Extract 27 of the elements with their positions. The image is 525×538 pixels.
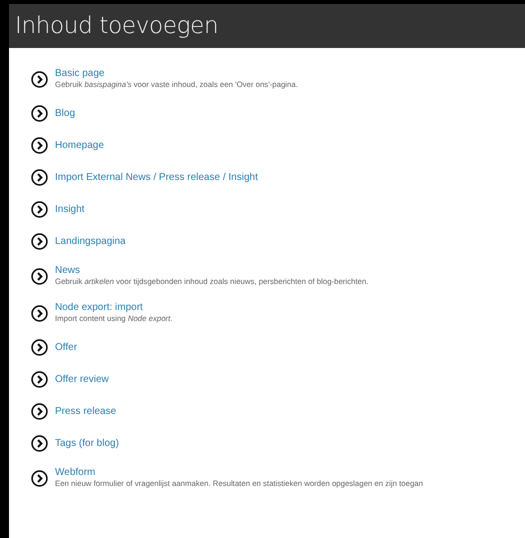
chevron-circle-icon — [31, 339, 48, 356]
chevron-circle-icon — [31, 70, 48, 88]
chevron-circle-icon — [31, 435, 48, 452]
chevron-circle-icon — [31, 470, 48, 486]
chevron-circle-icon — [31, 403, 48, 420]
chevron-circle-icon — [31, 371, 48, 388]
chevron-circle-icon — [31, 304, 48, 322]
chevron-circle-icon — [31, 137, 48, 154]
content-type-link[interactable]: Insight — [55, 204, 84, 216]
content-type-link[interactable]: Import External News / Press release / Insight — [55, 172, 258, 184]
chevron-circle-icon — [31, 105, 48, 122]
content-type-link[interactable]: Offer — [55, 342, 78, 354]
content-type-link[interactable]: Landingspagina — [55, 236, 126, 248]
chevron-circle-icon — [31, 233, 48, 250]
content-type-link[interactable]: Blog — [55, 108, 76, 120]
content-type-link[interactable]: Tags (for blog) — [55, 438, 119, 450]
chevron-circle-icon — [31, 169, 48, 186]
chevron-circle-icon — [31, 201, 48, 218]
content-type-link[interactable]: Basic page — [55, 68, 298, 80]
content-type-link[interactable]: Webform — [55, 467, 423, 479]
content-type-link[interactable]: Homepage — [55, 140, 104, 152]
content-type-link[interactable]: Offer review — [55, 374, 109, 386]
content-type-link[interactable]: Press release — [55, 406, 116, 418]
content-type-link[interactable]: News — [55, 265, 368, 277]
page-title: Inhoud toevoegen — [15, 13, 218, 39]
content-type-link[interactable]: Node export: import — [55, 302, 172, 314]
chevron-circle-icon — [31, 268, 48, 284]
